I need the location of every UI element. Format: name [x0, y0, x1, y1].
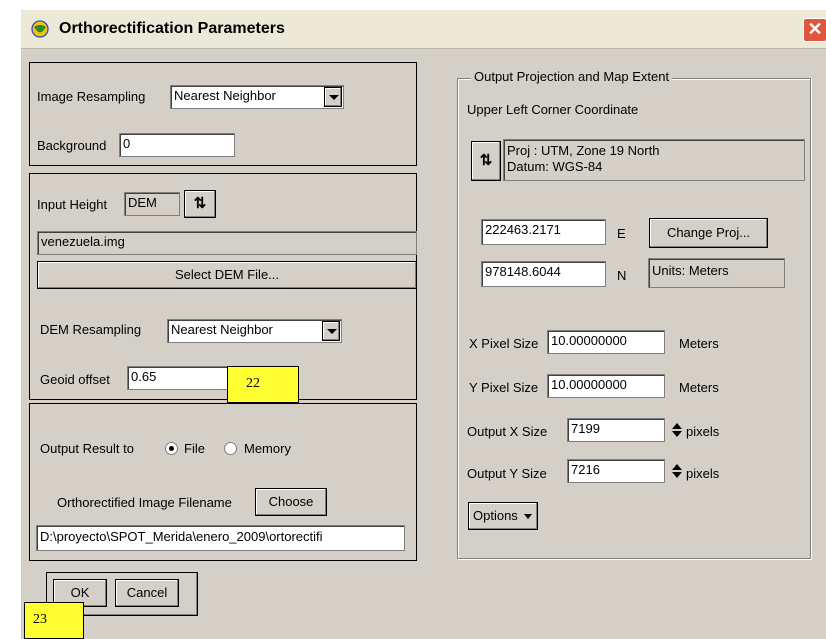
projection-line: Proj : UTM, Zone 19 North	[507, 143, 660, 158]
input-height-swap-button[interactable]: ⇅	[184, 190, 216, 218]
output-x-size-input[interactable]: 7199	[567, 418, 665, 442]
chevron-down-icon[interactable]	[322, 321, 340, 341]
orthorectification-dialog: Orthorectification Parameters ✕ Image Re…	[20, 10, 826, 639]
close-icon: ✕	[807, 19, 823, 39]
choose-button[interactable]: Choose	[255, 488, 327, 516]
x-pixel-size-unit: Meters	[679, 336, 719, 351]
x-pixel-size-input[interactable]: 10.00000000	[547, 330, 665, 354]
output-result-label: Output Result to	[40, 441, 134, 456]
chevron-down-icon[interactable]	[324, 87, 342, 107]
northing-unit: N	[617, 268, 627, 283]
easting-unit: E	[617, 226, 626, 241]
window-title: Orthorectification Parameters	[59, 20, 285, 37]
output-filename-input[interactable]: D:\proyecto\SPOT_Merida\enero_2009\ortor…	[36, 525, 405, 551]
y-pixel-size-unit: Meters	[679, 380, 719, 395]
dem-file-display: venezuela.img	[37, 231, 417, 255]
file-radio-label[interactable]: File	[184, 441, 205, 456]
output-y-size-unit: pixels	[686, 466, 720, 481]
x-pixel-size-label: X Pixel Size	[469, 336, 539, 351]
image-resampling-label: Image Resampling	[37, 89, 146, 104]
options-button[interactable]: Options	[468, 502, 538, 530]
globe-icon	[31, 20, 49, 38]
output-y-size-input[interactable]: 7216	[567, 459, 665, 483]
title-bar[interactable]: Orthorectification Parameters ✕	[21, 10, 826, 49]
projection-swap-button[interactable]: ⇅	[471, 141, 501, 181]
change-proj-button[interactable]: Change Proj...	[649, 218, 768, 248]
geoid-offset-input[interactable]: 0.65	[127, 366, 237, 390]
image-resampling-select[interactable]: Nearest Neighbor	[170, 85, 344, 109]
memory-radio-label[interactable]: Memory	[244, 441, 291, 456]
spin-updown-icon[interactable]	[671, 422, 683, 438]
background-input[interactable]: 0	[119, 133, 235, 157]
cancel-button[interactable]: Cancel	[115, 579, 179, 607]
y-pixel-size-label: Y Pixel Size	[469, 380, 539, 395]
chevron-down-icon	[524, 514, 532, 519]
memory-radio[interactable]	[224, 442, 237, 455]
annotation-note-22: 22	[227, 366, 299, 403]
swap-arrows-icon: ⇅	[479, 152, 493, 169]
spin-updown-icon[interactable]	[671, 463, 683, 479]
upper-left-corner-label: Upper Left Corner Coordinate	[467, 102, 639, 117]
file-radio[interactable]	[165, 442, 178, 455]
easting-input[interactable]: 222463.2171	[481, 219, 606, 245]
geoid-offset-label: Geoid offset	[40, 372, 110, 387]
image-resampling-value: Nearest Neighbor	[174, 88, 276, 103]
options-label: Options	[473, 508, 518, 523]
projection-info: Proj : UTM, Zone 19 North Datum: WGS-84	[503, 139, 805, 181]
swap-arrows-icon: ⇅	[193, 195, 207, 212]
dem-resampling-select[interactable]: Nearest Neighbor	[167, 319, 342, 343]
output-y-size-label: Output Y Size	[467, 466, 547, 481]
y-pixel-size-input[interactable]: 10.00000000	[547, 374, 665, 398]
select-dem-file-button[interactable]: Select DEM File...	[37, 261, 417, 289]
filename-label: Orthorectified Image Filename	[57, 495, 232, 510]
input-height-label: Input Height	[37, 197, 108, 212]
dem-resampling-value: Nearest Neighbor	[171, 322, 273, 337]
northing-input[interactable]: 978148.6044	[481, 261, 606, 287]
annotation-note-23: 23	[24, 602, 84, 639]
units-display: Units: Meters	[648, 258, 785, 288]
background-label: Background	[37, 138, 107, 153]
datum-line: Datum: WGS-84	[507, 159, 603, 174]
dem-resampling-label: DEM Resampling	[40, 322, 142, 337]
close-button[interactable]: ✕	[803, 18, 826, 42]
input-height-value: DEM	[124, 192, 180, 216]
output-x-size-label: Output X Size	[467, 424, 548, 439]
output-x-size-unit: pixels	[686, 424, 720, 439]
projection-group-label: Output Projection and Map Extent	[471, 69, 673, 84]
